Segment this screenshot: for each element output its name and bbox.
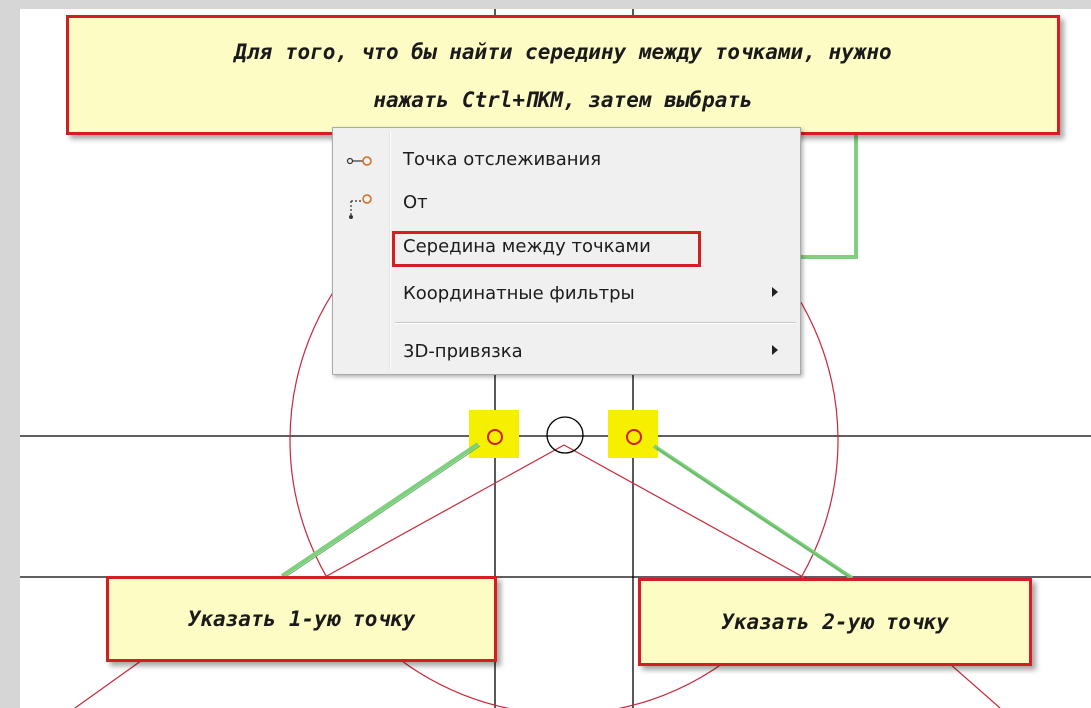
instruction-line-2: нажать Ctrl+ПКМ, затем выбрать — [373, 88, 753, 112]
midpoint-circle — [546, 416, 584, 454]
submenu-arrow-icon — [772, 287, 778, 297]
highlight-box — [392, 231, 701, 267]
tracking-point-icon — [345, 148, 375, 174]
point2-callout-text: Указать 2-ую точку — [721, 610, 949, 634]
menu-item-tracking-point[interactable]: Точка отслеживания — [333, 140, 800, 180]
menu-item-3d-snap[interactable]: 3D-привязка — [333, 332, 800, 372]
point1-callout-text: Указать 1-ую точку — [187, 607, 416, 631]
green-pointer-1 — [280, 442, 480, 578]
green-pointer-1-dark — [283, 445, 481, 579]
point2-callout: Указать 2-ую точку — [638, 578, 1032, 666]
instruction-callout: Для того, что бы найти середину между то… — [66, 15, 1060, 135]
menu-item-coordinate-filters[interactable]: Координатные фильтры — [333, 274, 800, 314]
from-icon — [345, 191, 375, 219]
green-pointer-2-dark — [655, 447, 855, 581]
menu-item-from[interactable]: От — [333, 183, 800, 223]
green-pointer-2 — [652, 444, 854, 580]
screenshot-canvas: Для того, что бы найти середину между то… — [0, 0, 1091, 708]
snap-marker-2 — [608, 410, 658, 458]
menu-item-label: Координатные фильтры — [403, 283, 635, 304]
menu-item-label: Точка отслеживания — [403, 149, 602, 170]
instruction-line-1: Для того, что бы найти середину между то… — [234, 40, 892, 64]
menu-item-label: 3D-привязка — [403, 341, 523, 362]
snap-marker-1 — [469, 410, 519, 458]
submenu-arrow-icon — [772, 345, 778, 355]
menu-separator — [395, 322, 796, 324]
point1-callout: Указать 1-ую точку — [106, 576, 497, 662]
menu-item-label: От — [403, 192, 428, 213]
red-line-bottom-left-1 — [74, 657, 146, 708]
